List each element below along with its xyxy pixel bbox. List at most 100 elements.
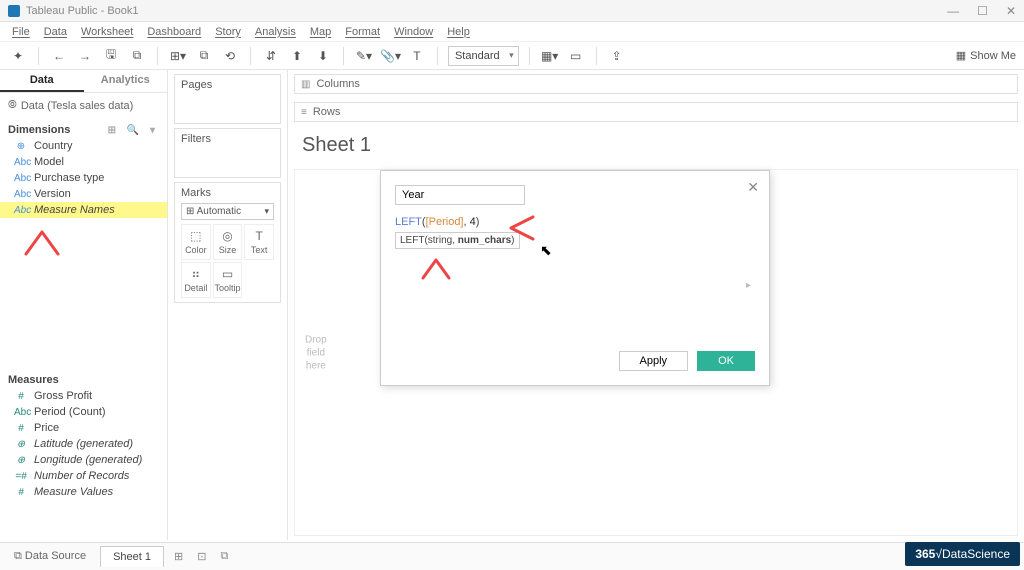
ok-button[interactable]: OK (697, 351, 755, 371)
field-version[interactable]: AbcVersion (0, 186, 167, 202)
menu-format[interactable]: Format (341, 24, 384, 40)
field-latitude[interactable]: ⊕Latitude (generated) (0, 436, 167, 452)
clear-icon[interactable]: ⟲ (220, 46, 240, 66)
field-period-count[interactable]: AbcPeriod (Count) (0, 404, 167, 420)
field-gross-profit[interactable]: #Gross Profit (0, 388, 167, 404)
menu-data[interactable]: Data (40, 24, 71, 40)
title-bar: Tableau Public - Book1 — ☐ ✕ (0, 0, 1024, 22)
save-icon[interactable]: 🖫 (101, 46, 121, 66)
calculated-field-dialog: ✕ LEFT([Period], 4) LEFT(string, num_cha… (380, 170, 770, 386)
field-model[interactable]: AbcModel (0, 154, 167, 170)
cards-icon[interactable]: ▦▾ (540, 46, 560, 66)
menu-analysis[interactable]: Analysis (251, 24, 300, 40)
abc-icon: Abc (14, 205, 28, 216)
abc-icon: Abc (14, 173, 28, 184)
rows-shelf[interactable]: ≡ Rows (294, 102, 1018, 122)
apply-button[interactable]: Apply (619, 351, 689, 371)
pages-card[interactable]: Pages (174, 74, 281, 124)
swap-icon[interactable]: ⇵ (261, 46, 281, 66)
drop-hint: Drop field here (305, 333, 327, 372)
measures-header: Measures (0, 368, 167, 388)
fit-dropdown[interactable]: Standard (448, 46, 519, 66)
filters-card[interactable]: Filters (174, 128, 281, 178)
menu-file[interactable]: File (8, 24, 34, 40)
datasource-tab[interactable]: ⧉ Data Source (6, 546, 94, 567)
cursor-icon: ⬉ (540, 242, 552, 259)
tableau-logo-icon (8, 5, 20, 17)
forward-icon[interactable]: → (75, 46, 95, 66)
field-purchase-type[interactable]: AbcPurchase type (0, 170, 167, 186)
toolbar: ✦ ← → 🖫 ⧉ ⊞▾ ⧉ ⟲ ⇵ ⬆ ⬇ ✎▾ 📎▾ T Standard … (0, 42, 1024, 70)
dimension-tools[interactable]: ⊞ 🔍 ▾ (108, 125, 159, 136)
share-icon[interactable]: ⇪ (607, 46, 627, 66)
field-longitude[interactable]: ⊕Longitude (generated) (0, 452, 167, 468)
data-panel: Data Analytics ⦾ Data (Tesla sales data)… (0, 70, 168, 540)
marks-detail[interactable]: ⠶Detail (181, 262, 211, 298)
calc-hash-icon: =# (14, 471, 28, 482)
field-measure-values[interactable]: #Measure Values (0, 484, 167, 500)
size-icon: ◎ (214, 229, 242, 243)
columns-shelf[interactable]: ▥ Columns (294, 74, 1018, 94)
new-worksheet-icon[interactable]: ⊞ (170, 550, 187, 563)
highlight-icon[interactable]: ✎▾ (354, 46, 374, 66)
duplicate-icon[interactable]: ⧉ (194, 46, 214, 66)
calc-formula-editor[interactable]: LEFT([Period], 4) LEFT(string, num_chars… (395, 215, 755, 345)
new-dashboard-icon[interactable]: ⊡ (193, 550, 210, 563)
globe-icon: ⊕ (14, 141, 28, 152)
field-country[interactable]: ⊕Country (0, 138, 167, 154)
marks-text[interactable]: TText (244, 224, 274, 260)
detail-icon: ⠶ (182, 267, 210, 281)
presentation-icon[interactable]: ▭ (566, 46, 586, 66)
globe-icon: ⊕ (14, 455, 28, 466)
tableau-icon[interactable]: ✦ (8, 46, 28, 66)
rows-icon: ≡ (301, 107, 307, 118)
minimize-icon[interactable]: — (947, 4, 959, 18)
menu-window[interactable]: Window (390, 24, 437, 40)
brand-badge: 365√DataScience (905, 542, 1020, 566)
abc-icon: Abc (14, 407, 28, 418)
data-source-item[interactable]: ⦾ Data (Tesla sales data) (0, 93, 167, 118)
close-window-icon[interactable]: ✕ (1006, 4, 1016, 18)
hash-icon: # (14, 423, 28, 434)
color-icon: ⬚ (182, 229, 210, 243)
showme-icon: ▦ (956, 49, 966, 62)
sort-asc-icon[interactable]: ⬆ (287, 46, 307, 66)
new-datasource-icon[interactable]: ⧉ (127, 46, 147, 66)
menu-worksheet[interactable]: Worksheet (77, 24, 137, 40)
field-price[interactable]: #Price (0, 420, 167, 436)
function-hint: LEFT(string, num_chars) (395, 232, 520, 249)
labels-icon[interactable]: T (407, 46, 427, 66)
tooltip-icon: ▭ (214, 267, 242, 281)
field-number-of-records[interactable]: =#Number of Records (0, 468, 167, 484)
abc-icon: Abc (14, 189, 28, 200)
marks-tooltip[interactable]: ▭Tooltip (213, 262, 243, 298)
bottom-tab-bar: ⧉ Data Source Sheet 1 ⊞ ⊡ ⧉ (0, 542, 1024, 570)
maximize-icon[interactable]: ☐ (977, 4, 988, 18)
sort-desc-icon[interactable]: ⬇ (313, 46, 333, 66)
tab-data[interactable]: Data (0, 70, 84, 92)
columns-icon: ▥ (301, 79, 310, 90)
menu-bar: File Data Worksheet Dashboard Story Anal… (0, 22, 1024, 42)
show-me-button[interactable]: ▦ Show Me (956, 49, 1016, 62)
hash-icon: # (14, 391, 28, 402)
menu-help[interactable]: Help (443, 24, 474, 40)
marks-type-dropdown[interactable]: ⊞ Automatic▾ (181, 203, 274, 220)
sheet-title[interactable]: Sheet 1 (288, 126, 1024, 165)
close-icon[interactable]: ✕ (747, 179, 759, 196)
expand-handle-icon[interactable]: ▸ (746, 280, 751, 291)
field-measure-names[interactable]: AbcMeasure Names (0, 202, 167, 218)
text-icon: T (245, 229, 273, 243)
sheet-tab[interactable]: Sheet 1 (100, 546, 164, 567)
menu-dashboard[interactable]: Dashboard (143, 24, 205, 40)
menu-story[interactable]: Story (211, 24, 245, 40)
new-sheet-icon[interactable]: ⊞▾ (168, 46, 188, 66)
marks-color[interactable]: ⬚Color (181, 224, 211, 260)
new-story-icon[interactable]: ⧉ (216, 550, 232, 563)
calc-name-input[interactable] (395, 185, 525, 205)
dimensions-header: Dimensions ⊞ 🔍 ▾ (0, 118, 167, 138)
group-icon[interactable]: 📎▾ (380, 46, 401, 66)
tab-analytics[interactable]: Analytics (84, 70, 168, 92)
menu-map[interactable]: Map (306, 24, 335, 40)
back-icon[interactable]: ← (49, 46, 69, 66)
marks-size[interactable]: ◎Size (213, 224, 243, 260)
